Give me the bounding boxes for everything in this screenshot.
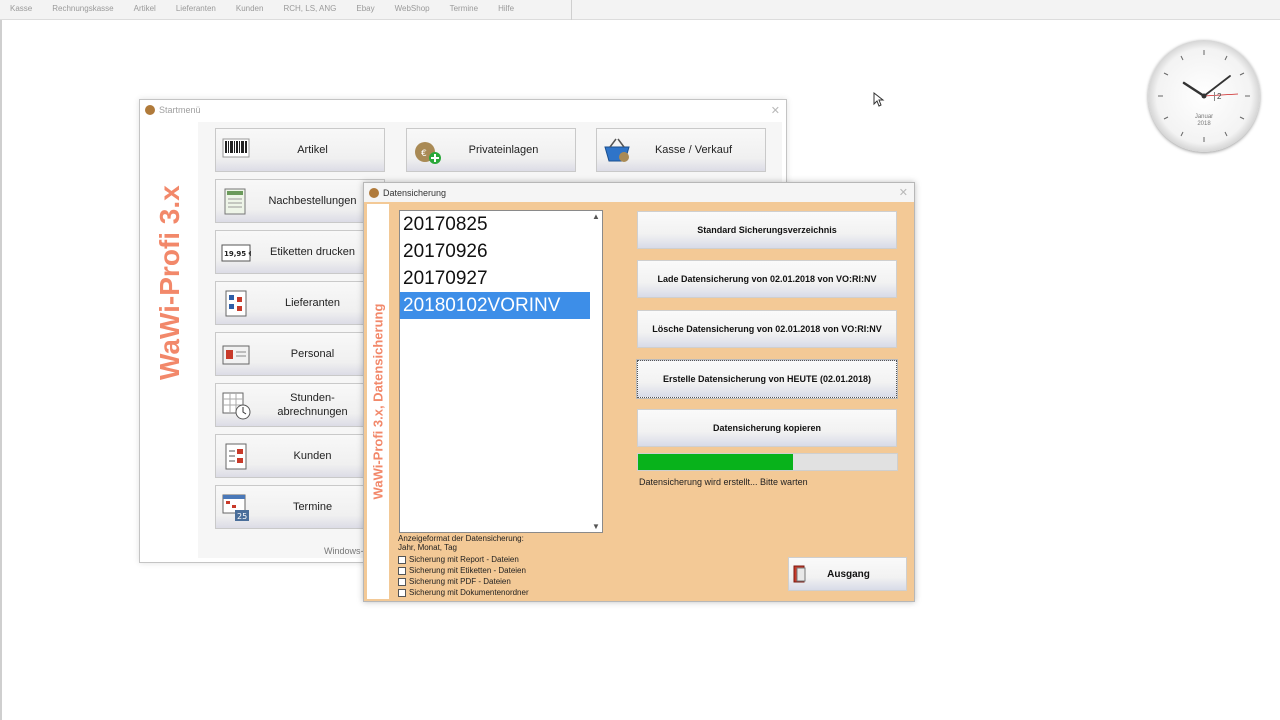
scroll-up-icon[interactable]: ▲: [592, 212, 600, 221]
id-card-icon: [221, 339, 251, 369]
kunden-button[interactable]: Kunden: [215, 434, 385, 478]
datensicherung-sidebar: WaWi-Profi 3.x, Datensicherung: [367, 204, 389, 599]
exit-door-icon: [793, 565, 806, 583]
startmenu-title: Startmenü: [159, 105, 201, 115]
price-tag-icon: 19,95 €: [221, 237, 254, 267]
clock-face-icon: [1158, 50, 1250, 142]
startmenu-brand: WaWi-Profi 3.x: [154, 185, 185, 380]
checkbox-label: Sicherung mit PDF - Dateien: [409, 577, 511, 586]
clock-day: 2: [1214, 92, 1221, 101]
checkbox-label: Sicherung mit Dokumentenordner: [409, 588, 529, 597]
privateinlagen-label: Privateinlagen: [468, 144, 539, 156]
menu-item[interactable]: Kunden: [226, 0, 274, 20]
app-icon: [369, 187, 379, 198]
scroll-down-icon[interactable]: ▼: [592, 522, 600, 531]
menu-item[interactable]: Artikel: [124, 0, 166, 20]
create-backup-button[interactable]: Erstelle Datensicherung von HEUTE (02.01…: [636, 359, 898, 399]
kasse-button[interactable]: Kasse / Verkauf: [596, 128, 766, 172]
checkbox-dokumentenordner[interactable]: Sicherung mit Dokumentenordner: [398, 588, 529, 597]
backup-list-item[interactable]: 20180102VORINV: [400, 292, 590, 319]
checkbox-label: Sicherung mit Etiketten - Dateien: [409, 566, 526, 575]
menu-item[interactable]: Termine: [440, 0, 488, 20]
etikett-price: 19,95 €: [224, 250, 251, 258]
backup-progress-bar: [637, 453, 898, 471]
load-backup-button[interactable]: Lade Datensicherung von 02.01.2018 von V…: [637, 260, 897, 298]
barcode-icon: [221, 135, 251, 165]
personal-button[interactable]: Personal: [215, 332, 385, 376]
kasse-label: Kasse / Verkauf: [654, 144, 733, 156]
startmenu-sidebar: WaWi-Profi 3.x: [144, 122, 198, 558]
artikel-label: Artikel: [297, 144, 328, 156]
close-icon[interactable]: ✕: [771, 104, 780, 117]
menu-item[interactable]: Lieferanten: [166, 0, 226, 20]
backup-items: 20170825 20170926 20170927 20180102VORINV: [400, 211, 602, 319]
close-icon[interactable]: ✕: [899, 186, 908, 199]
datensicherung-title: Datensicherung: [383, 187, 447, 198]
format-info: Anzeigeformat der Datensicherung: Jahr, …: [398, 534, 524, 552]
menu-item[interactable]: Hilfe: [488, 0, 524, 20]
svg-text:25: 25: [237, 512, 247, 521]
delete-backup-button[interactable]: Lösche Datensicherung von 02.01.2018 von…: [637, 310, 897, 348]
exit-label: Ausgang: [827, 568, 870, 580]
menu-item[interactable]: Kasse: [0, 0, 42, 20]
checkbox-box[interactable]: [398, 588, 406, 597]
menu-item[interactable]: Rechnungskasse: [42, 0, 123, 20]
order-form-icon: [221, 186, 251, 216]
lieferanten-button[interactable]: Lieferanten: [215, 281, 385, 325]
privateinlagen-button[interactable]: € Privateinlagen: [406, 128, 576, 172]
calendar-icon: 25: [221, 492, 251, 522]
checkbox-box[interactable]: [398, 555, 406, 564]
checkbox-report[interactable]: Sicherung mit Report - Dateien: [398, 555, 519, 564]
menu-item[interactable]: RCH, LS, ANG: [273, 0, 346, 20]
clock-month: Januar: [1194, 114, 1214, 120]
checkbox-box[interactable]: [398, 577, 406, 586]
app-icon: [145, 105, 155, 115]
progress-fill: [638, 454, 794, 470]
startmenu-titlebar[interactable]: Startmenü ✕: [140, 100, 786, 120]
shopping-basket-icon: [602, 135, 632, 165]
artikel-button[interactable]: Artikel: [215, 128, 385, 172]
datensicherung-brand: WaWi-Profi 3.x, Datensicherung: [370, 303, 386, 500]
backup-list[interactable]: 20170825 20170926 20170927 20180102VORINV ▲…: [399, 210, 603, 533]
backup-list-item[interactable]: 20170926: [400, 238, 590, 265]
backup-list-item[interactable]: 20170825: [400, 211, 590, 238]
format-label: Anzeigeformat der Datensicherung:: [398, 534, 524, 543]
standard-directory-button[interactable]: Standard Sicherungsverzeichnis: [637, 211, 897, 249]
clock-year: 2018: [1197, 121, 1211, 127]
supplier-card-icon: [221, 288, 251, 318]
format-value: Jahr, Monat, Tag: [398, 543, 457, 552]
menu-item[interactable]: WebShop: [385, 0, 440, 20]
copy-backup-button[interactable]: Datensicherung kopieren: [637, 409, 897, 447]
stunden-button[interactable]: Stunden- abrechnungen: [215, 383, 385, 427]
menu-item[interactable]: Ebay: [346, 0, 384, 20]
customer-card-icon: [221, 441, 251, 471]
svg-text:€: €: [421, 149, 427, 159]
desktop-border: [0, 20, 2, 720]
etiketten-button[interactable]: 19,95 € Etiketten drucken: [215, 230, 385, 274]
datensicherung-titlebar[interactable]: Datensicherung ✕: [364, 183, 914, 202]
backup-list-item[interactable]: 20170927: [400, 265, 590, 292]
clock-gadget: 2 Januar 2018: [1148, 40, 1260, 152]
checkbox-label: Sicherung mit Report - Dateien: [409, 555, 519, 564]
top-menu-bar: Kasse Rechnungskasse Artikel Lieferanten Kun…: [0, 0, 1280, 20]
menu-items: Kasse Rechnungskasse Artikel Lieferanten Kun…: [0, 0, 572, 20]
checkbox-pdf[interactable]: Sicherung mit PDF - Dateien: [398, 577, 511, 586]
checkbox-etiketten[interactable]: Sicherung mit Etiketten - Dateien: [398, 566, 526, 575]
backup-list-scrollbar[interactable]: ▲ ▼: [590, 211, 602, 532]
exit-button[interactable]: Ausgang: [788, 557, 907, 591]
termine-button[interactable]: 25 Termine: [215, 485, 385, 529]
checkbox-box[interactable]: [398, 566, 406, 575]
money-bag-add-icon: €: [412, 135, 442, 165]
status-text: Datensicherung wird erstellt... Bitte wa…: [639, 477, 808, 487]
mouse-cursor-icon: [873, 92, 885, 107]
datensicherung-window: Datensicherung ✕ WaWi-Profi 3.x, Datensi…: [363, 182, 915, 602]
nachbestellungen-button[interactable]: Nachbestellungen: [215, 179, 385, 223]
calendar-clock-icon: [221, 390, 251, 420]
clock-date: Januar 2018: [1148, 114, 1260, 128]
